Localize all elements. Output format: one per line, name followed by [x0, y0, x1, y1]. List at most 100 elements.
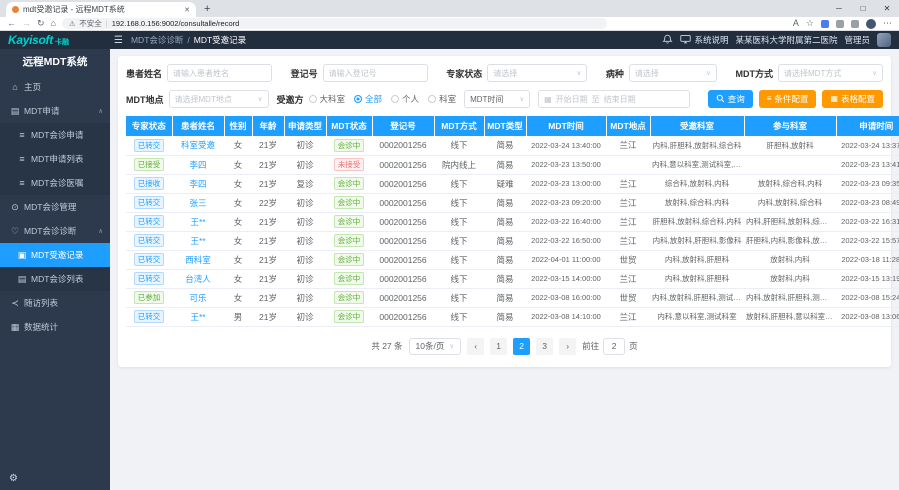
forward-icon[interactable]: →	[22, 19, 31, 28]
page-button-2[interactable]: 2	[513, 338, 530, 355]
grid-icon: ▦	[830, 95, 838, 103]
patient-name-input[interactable]	[167, 64, 272, 82]
invitee-radio-全部[interactable]: 全部	[354, 93, 382, 105]
cell-apply-type: 初诊	[284, 193, 326, 212]
date-range-picker[interactable]: ▦ 开始日期 至 结束日期	[538, 90, 690, 108]
url-bar[interactable]: ⚠ 不安全 | 192.168.0.156:9002/consultalle/r…	[62, 18, 607, 29]
cell-invited-depts: 肝胆科,放射科,综合科,内科	[650, 212, 744, 231]
invitee-radio-个人[interactable]: 个人	[391, 93, 419, 105]
cell-age: 21岁	[252, 307, 284, 326]
new-tab-button[interactable]: +	[204, 4, 210, 15]
cell-invited-depts: 内科,放射科,肝胆科	[650, 269, 744, 288]
invitee-radio-大科室[interactable]: 大科室	[309, 93, 346, 105]
patient-name-link[interactable]: 王**	[190, 236, 205, 246]
sidebar-item-mdt-diagnosis[interactable]: ♡MDT会诊诊断∧	[0, 219, 110, 243]
mdt-mode-select[interactable]: 请选择MDT方式 ∨	[778, 64, 883, 82]
app-logo: Kayisoft 卡融	[0, 33, 110, 47]
home-icon[interactable]: ⌂	[51, 19, 56, 28]
table-config-button[interactable]: ▦ 表格配置	[822, 90, 883, 108]
tab-close-icon[interactable]: ✕	[184, 6, 190, 14]
extension-icon[interactable]	[821, 20, 829, 28]
cell-invited-depts: 内科,放射科,肝胆科,测试科室	[650, 288, 744, 307]
header-right: 系统说明 某某医科大学附属第二医院 管理员	[662, 33, 899, 47]
extension-icon[interactable]	[851, 20, 859, 28]
extension-icon[interactable]	[836, 20, 844, 28]
cell-mdt-type: 简易	[484, 193, 526, 212]
patient-name-label: 患者姓名	[126, 67, 162, 80]
cell-mdt-place: 兰江	[606, 269, 650, 288]
expert-status-badge: 已参加	[134, 291, 165, 304]
patient-name-link[interactable]: 李四	[189, 160, 206, 170]
sidebar-item-follow-up-list[interactable]: ≺随访列表	[0, 291, 110, 315]
mdt-status-badge: 会诊中	[334, 139, 365, 152]
expert-status-select[interactable]: 请选择 ∨	[487, 64, 587, 82]
sidebar-item-mdt-invited-records[interactable]: ▣MDT受邀记录	[0, 243, 110, 267]
cell-joined-depts: 放射科,内科	[744, 269, 836, 288]
security-warning-icon[interactable]: ⚠	[69, 20, 75, 28]
sidebar-item-label: MDT申请	[24, 105, 59, 117]
cell-apply-time: 2022-03-15 13:19:26	[836, 269, 899, 288]
patient-name-link[interactable]: 李四	[189, 179, 206, 189]
system-help-button[interactable]: 系统说明	[680, 34, 728, 46]
cell-expert-status: 已转交	[126, 193, 172, 212]
sidebar-item-home[interactable]: ⌂主页	[0, 75, 110, 99]
column-header: MDT方式	[434, 116, 484, 136]
regno-input[interactable]	[323, 64, 428, 82]
page-button-3[interactable]: 3	[536, 338, 553, 355]
browser-menu-icon[interactable]: ⋯	[883, 19, 892, 28]
patient-name-link[interactable]: 王**	[190, 312, 205, 322]
next-page-button[interactable]: ›	[559, 338, 576, 355]
read-aloud-icon[interactable]: A	[793, 19, 799, 28]
browser-profile-avatar[interactable]	[866, 19, 876, 29]
patient-name-link[interactable]: 张三	[189, 198, 206, 208]
cell-apply-type: 初诊	[284, 136, 326, 155]
sidebar-item-data-stats[interactable]: ▦数据统计	[0, 315, 110, 339]
page-size-select[interactable]: 10条/页 ∨	[409, 338, 462, 355]
chevron-up-icon: ∧	[98, 107, 103, 115]
refresh-icon[interactable]: ↻	[37, 19, 45, 28]
sidebar-item-mdt-consult-apply[interactable]: ≡MDT会诊申请	[0, 123, 110, 147]
chevron-down-icon: ∨	[706, 69, 711, 77]
mdt-place-select[interactable]: 请选择MDT地点 ∨	[169, 90, 269, 108]
invitee-radio-科室[interactable]: 科室	[428, 93, 456, 105]
patient-name-link[interactable]: 王**	[190, 217, 205, 227]
notification-bell-icon[interactable]	[662, 34, 673, 47]
favorite-star-icon[interactable]: ☆	[806, 19, 814, 28]
disease-select[interactable]: 请选择 ∨	[629, 64, 717, 82]
sidebar-item-mdt-consult-list[interactable]: ▤MDT会诊列表	[0, 267, 110, 291]
mdt-time-select[interactable]: MDT时间 ∨	[464, 90, 530, 108]
cell-mdt-type: 疑难	[484, 174, 526, 193]
cell-joined-depts: 放射科,肝胆科,意以科室,测...	[744, 307, 836, 326]
goto-page-input[interactable]	[603, 338, 625, 355]
patient-name-link[interactable]: 西科室	[185, 255, 211, 265]
settings-gear-icon[interactable]: ⚙	[0, 467, 110, 490]
collapse-sidebar-icon[interactable]: ☰	[114, 35, 123, 46]
condition-config-button[interactable]: ≡ 条件配置	[759, 90, 817, 108]
tab-title: mdt受邀记录 - 远程MDT系统	[23, 4, 180, 15]
window-close-button[interactable]: ✕	[875, 4, 899, 13]
user-avatar[interactable]	[877, 33, 891, 47]
cell-regno: 0002001256	[372, 269, 434, 288]
mdt-status-badge: 会诊中	[334, 310, 365, 323]
patient-name-link[interactable]: 科室受邀	[181, 140, 215, 150]
browser-tab[interactable]: mdt受邀记录 - 远程MDT系统 ✕	[6, 2, 196, 17]
window-maximize-button[interactable]: □	[851, 4, 875, 13]
calendar-icon: ▦	[544, 95, 552, 104]
cell-apply-type: 初诊	[284, 155, 326, 174]
sidebar-item-mdt-apply[interactable]: ▤MDT申请∧	[0, 99, 110, 123]
window-minimize-button[interactable]: ─	[827, 4, 851, 13]
sidebar-item-mdt-consult-order[interactable]: ≡MDT会诊医嘱	[0, 171, 110, 195]
prev-page-button[interactable]: ‹	[467, 338, 484, 355]
sidebar-item-mdt-apply-list[interactable]: ≡MDT申请列表	[0, 147, 110, 171]
cell-apply-type: 初诊	[284, 307, 326, 326]
patient-name-link[interactable]: 可乐	[189, 293, 206, 303]
expert-status-badge: 已转交	[134, 253, 165, 266]
back-icon[interactable]: ←	[7, 19, 16, 28]
page-button-1[interactable]: 1	[490, 338, 507, 355]
cell-mdt-status: 会诊中	[326, 136, 372, 155]
cell-age: 21岁	[252, 269, 284, 288]
sidebar-item-mdt-manage[interactable]: ⊙MDT会诊管理	[0, 195, 110, 219]
patient-name-link[interactable]: 台湾人	[185, 274, 211, 284]
cell-mdt-status: 会诊中	[326, 212, 372, 231]
search-button[interactable]: 查询	[708, 90, 753, 108]
